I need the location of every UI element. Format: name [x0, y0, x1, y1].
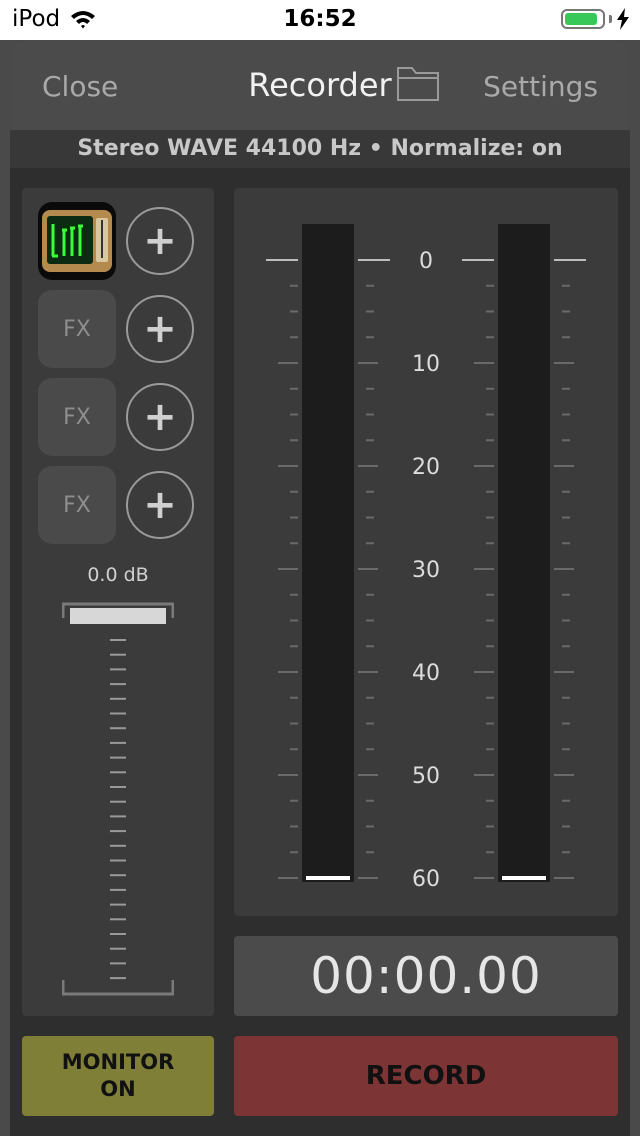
plugin-slot[interactable]: [38, 202, 116, 280]
meter-scale-label: 20: [412, 455, 440, 480]
meter-scale-label: 50: [412, 764, 440, 789]
gain-label: 0.0 dB: [87, 564, 149, 586]
meter-scale-label: 0: [419, 249, 433, 274]
monitor-toggle-button[interactable]: MONITOR ON: [22, 1036, 214, 1116]
meter-scale-label: 40: [412, 661, 440, 686]
left-meter-bar: [302, 224, 354, 882]
left-meter-level: [306, 876, 350, 880]
meter-scale-label: 30: [412, 558, 440, 583]
record-button[interactable]: RECORD: [234, 1036, 618, 1116]
meter-scale-label: 10: [412, 352, 440, 377]
status-bar: iPod 16:52: [0, 0, 640, 40]
fx-slot-3[interactable]: FX: [38, 378, 116, 456]
effects-panel: + FX + FX + FX + 0.0 dB: [22, 188, 214, 1016]
fader-knob[interactable]: [70, 608, 166, 624]
right-meter-level: [502, 876, 546, 880]
plugin-thumbnail-icon: [42, 210, 112, 272]
status-right: [561, 8, 630, 30]
recorder-sheet: Close Recorder Settings Stereo WAVE 4410…: [10, 40, 630, 1136]
navigation-bar: Close Recorder Settings: [10, 40, 630, 130]
level-meter: 0 10 20 30 40 50 60: [266, 224, 586, 892]
battery-fill: [565, 13, 598, 25]
right-meter-bar: [498, 224, 550, 882]
record-timer: 00:00.00: [234, 936, 618, 1016]
battery-tip: [609, 15, 612, 23]
clock: 16:52: [283, 6, 357, 32]
battery-icon: [561, 9, 605, 29]
monitor-button-label: MONITOR ON: [62, 1049, 175, 1103]
settings-button[interactable]: Settings: [483, 70, 598, 103]
add-effect-button-2[interactable]: +: [126, 295, 194, 363]
level-meter-panel: 0 10 20 30 40 50 60: [234, 188, 618, 916]
charging-bolt-icon: [617, 8, 629, 30]
monitor-line2: ON: [100, 1077, 136, 1101]
format-info: Stereo WAVE 44100 Hz • Normalize: on: [10, 130, 630, 168]
add-effect-button-3[interactable]: +: [126, 383, 194, 451]
fx-slot-2[interactable]: FX: [38, 290, 116, 368]
folder-icon[interactable]: [396, 64, 440, 102]
add-effect-button-4[interactable]: +: [126, 471, 194, 539]
fx-slot-4[interactable]: FX: [38, 466, 116, 544]
monitor-line1: MONITOR: [61, 1050, 175, 1074]
gain-fader[interactable]: [62, 600, 174, 996]
add-effect-button-1[interactable]: +: [126, 207, 194, 275]
meter-scale-label: 60: [412, 867, 440, 892]
